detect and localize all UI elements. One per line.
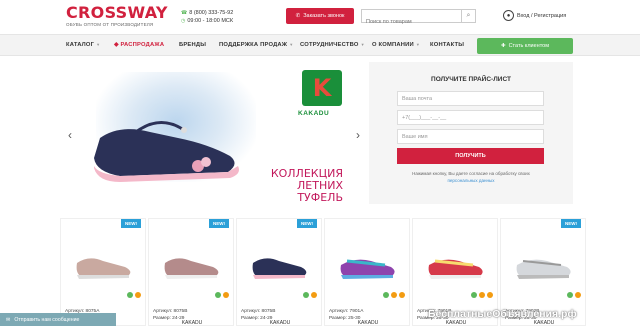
main-nav: КАТАЛОГ ▼ ◆ РАСПРОДАЖА БРЕНДЫ ПОДДЕРЖКА П… (0, 34, 640, 56)
product-card[interactable]: Артикул: 7901A Размер: 25-30 KAKADU (324, 218, 410, 326)
next-slide-icon[interactable]: › (356, 128, 360, 142)
new-badge: NEW! (121, 219, 141, 228)
logo-tagline: ОБУВЬ ОПТОМ ОТ ПРОИЗВОДИТЕЛЯ (66, 22, 154, 27)
price-list-form: ПОЛУЧИТЕ ПРАЙС-ЛИСТ Ваша почта +7(___)__… (369, 62, 573, 204)
product-article: Артикул: 8075B (241, 309, 276, 314)
search-icon[interactable]: ⌕ (461, 10, 475, 22)
phone-icon: ✆ (295, 13, 301, 19)
submit-button[interactable]: ПОЛУЧИТЬ (397, 148, 544, 164)
login-link[interactable]: ● Вход / Регистрация (503, 10, 566, 21)
product-features (215, 292, 229, 298)
nav-item-contacts[interactable]: КОНТАКТЫ (430, 42, 464, 48)
product-features (303, 292, 317, 298)
product-image (428, 259, 483, 279)
product-article: Артикул: 7901A (329, 309, 364, 314)
consent-text: Нажимая кнопку, Вы даете согласие на обр… (412, 171, 530, 183)
product-card[interactable]: NEW! Артикул: 8075B Размер: 24-29 KAKADU (236, 218, 322, 326)
callback-button[interactable]: ✆ Заказать звонок (286, 8, 354, 24)
chat-widget[interactable]: ✉ Отправить нам сообщение (0, 313, 116, 326)
collection-title: КОЛЛЕКЦИЯ ЛЕТНИХ ТУФЕЛЬ (251, 168, 343, 204)
new-badge: NEW! (561, 219, 581, 228)
phone-number[interactable]: 8 (800) 333-75-92 (189, 10, 233, 16)
product-brand: KAKADU (445, 320, 467, 326)
chat-label: Отправить нам сообщение (14, 316, 80, 323)
banner-shoe-image (94, 121, 239, 182)
work-hours: 09:00 - 18:00 МСК (187, 18, 234, 24)
product-brand: KAKADU (269, 320, 291, 326)
chevron-down-icon: ▼ (96, 42, 101, 47)
nav-item-support[interactable]: ПОДДЕРЖКА ПРОДАЖ ▼ (219, 42, 293, 48)
new-badge: NEW! (209, 219, 229, 228)
search-box: ⌕ (361, 9, 476, 28)
promo-banner[interactable]: ‹ K KAKADU КОЛЛЕКЦИЯ ЛЕТНИХ ТУФЕЛЬ (66, 62, 361, 204)
user-plus-icon: ✚ (500, 43, 506, 49)
brand-name: KAKADU (298, 110, 330, 117)
clock-icon: ◷ (181, 18, 186, 24)
product-article: Артикул: 8075B (153, 309, 188, 314)
product-image (516, 259, 571, 279)
logo-text: CROSSWAY (66, 3, 168, 22)
consent-link[interactable]: персональных данных (447, 178, 494, 183)
brand-logo-mark: K (312, 74, 332, 102)
product-image (76, 258, 131, 279)
search-input[interactable] (362, 16, 458, 28)
nav-item-brands[interactable]: БРЕНДЫ (179, 42, 206, 48)
collection-line2: ЛЕТНИХ ТУФЕЛЬ (297, 179, 343, 204)
name-field[interactable]: Ваше имя (397, 129, 544, 144)
watermark: БесплатныеОбъявления.рф (428, 308, 577, 320)
prev-slide-icon[interactable]: ‹ (68, 128, 72, 142)
logo[interactable]: CROSSWAY ОБУВЬ ОПТОМ ОТ ПРОИЗВОДИТЕЛЯ (66, 3, 168, 28)
chevron-down-icon: ▼ (360, 42, 365, 47)
nav-item-sale[interactable]: ◆ РАСПРОДАЖА (114, 42, 164, 48)
product-card[interactable]: NEW! Артикул: 8075B Размер: 24-29 KAKADU (148, 218, 234, 326)
new-badge: NEW! (297, 219, 317, 228)
phone-field[interactable]: +7(___)___-__-__ (397, 110, 544, 125)
product-brand: KAKADU (181, 320, 203, 326)
site-header: CROSSWAY ОБУВЬ ОПТОМ ОТ ПРОИЗВОДИТЕЛЯ ☎ 8… (0, 0, 640, 34)
email-field[interactable]: Ваша почта (397, 91, 544, 106)
product-card[interactable]: NEW! Артикул: 8075A Размер: 21-26 (60, 218, 146, 326)
product-features (127, 292, 141, 298)
phone-icon: ☎ (181, 10, 188, 16)
product-features (471, 292, 493, 298)
nav-item-catalog[interactable]: КАТАЛОГ ▼ (66, 42, 100, 48)
product-image (164, 258, 219, 279)
chevron-down-icon: ▼ (415, 42, 421, 47)
become-client-button[interactable]: ✚ Стать клиентом (477, 38, 573, 54)
tag-icon: ◆ (114, 42, 119, 48)
brand-logo: K (302, 70, 342, 106)
contacts: ☎ 8 (800) 333-75-92 ◷ 09:00 - 18:00 МСК (181, 9, 233, 25)
product-features (567, 292, 581, 298)
nav-item-about[interactable]: О КОМПАНИИ ▼ (372, 42, 420, 48)
callback-label: Заказать звонок (303, 13, 345, 19)
product-brand: KAKADU (357, 320, 379, 326)
product-image (252, 258, 307, 279)
page: CROSSWAY ОБУВЬ ОПТОМ ОТ ПРОИЗВОДИТЕЛЯ ☎ 8… (0, 0, 640, 326)
user-icon: ● (503, 10, 514, 21)
product-brand: KAKADU (533, 320, 555, 326)
chat-icon: ✉ (6, 316, 11, 323)
nav-item-cooperation[interactable]: СОТРУДНИЧЕСТВО ▼ (300, 42, 365, 48)
chevron-down-icon: ▼ (289, 42, 294, 47)
product-image (340, 259, 395, 279)
login-label: Вход / Регистрация (517, 12, 567, 19)
product-features (383, 292, 405, 298)
form-title: ПОЛУЧИТЕ ПРАЙС-ЛИСТ (431, 76, 511, 83)
